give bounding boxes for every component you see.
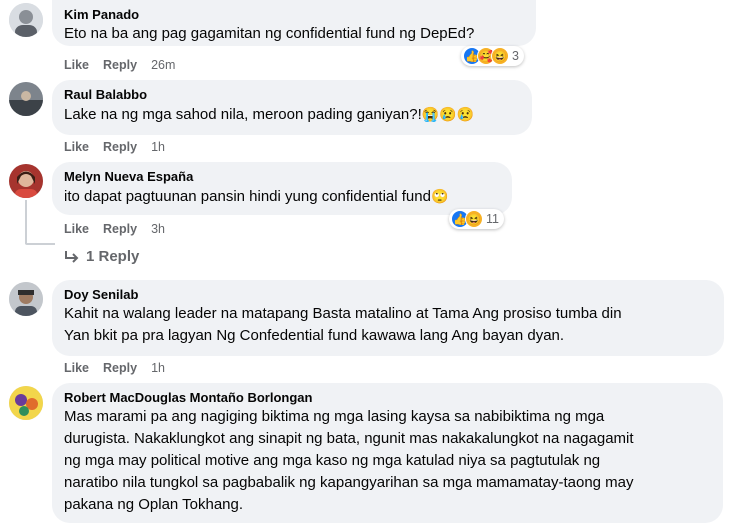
comment-bubble: Kim Panado Eto na ba ang pag gagamitan n… xyxy=(52,0,536,46)
reply-button[interactable]: Reply xyxy=(103,360,137,376)
comment-emojis: 🙄 xyxy=(430,188,449,204)
comment-text-body: Lake na ng mga sahod nila, meroon pading… xyxy=(64,106,422,123)
comment-bubble: Melyn Nueva España ito dapat pagtuunan p… xyxy=(52,162,512,215)
comment-text-line: naratibo nila tungkol sa pagbabalik ng k… xyxy=(64,474,634,491)
comment-author[interactable]: Doy Senilab xyxy=(64,286,712,303)
reaction-count: 11 xyxy=(486,212,499,226)
view-replies-link[interactable]: 1 Reply xyxy=(64,248,139,265)
comment-text-body: ito dapat pagtuunan pansin hindi yung co… xyxy=(64,188,431,205)
comment-actions: Like Reply 1h xyxy=(64,139,165,155)
thread-line xyxy=(25,243,55,245)
comment-text-line: durugista. Nakaklungkot ang sinapit ng b… xyxy=(64,430,634,447)
comment-bubble: Raul Balabbo Lake na ng mga sahod nila, … xyxy=(52,80,532,135)
comment-text-line: Yan bkit pa pra lagyan Ng Confedential f… xyxy=(64,327,565,344)
like-button[interactable]: Like xyxy=(64,139,89,155)
like-button[interactable]: Like xyxy=(64,221,89,237)
avatar[interactable] xyxy=(9,164,43,198)
comment-emojis: 😭😢😢 xyxy=(421,106,475,122)
comment-actions: Like Reply 1h xyxy=(64,360,165,376)
comment-bubble: Robert MacDouglas Montaño Borlongan Mas … xyxy=(52,383,723,523)
comment-text-line: pakana ng Oplan Tokhang. xyxy=(64,496,244,513)
comment-text-line: Mas marami pa ang nagiging biktima ng mg… xyxy=(64,408,605,425)
reply-button[interactable]: Reply xyxy=(103,139,137,155)
reply-arrow-icon xyxy=(65,250,79,263)
comment-author[interactable]: Kim Panado xyxy=(64,6,524,23)
like-button[interactable]: Like xyxy=(64,360,89,376)
reply-button[interactable]: Reply xyxy=(103,57,137,73)
avatar[interactable] xyxy=(9,82,43,116)
comment-timestamp[interactable]: 3h xyxy=(151,221,165,237)
haha-reaction-icon: 😆 xyxy=(491,47,509,65)
comment-text-line: ng mga may political motive ang mga kaso… xyxy=(64,452,601,469)
comment-timestamp[interactable]: 1h xyxy=(151,139,165,155)
comment-actions: Like Reply 3h xyxy=(64,221,165,237)
avatar[interactable] xyxy=(9,282,43,316)
reaction-summary[interactable]: 👍 😆 11 xyxy=(449,209,504,229)
comment-timestamp[interactable]: 1h xyxy=(151,360,165,376)
reaction-count: 3 xyxy=(512,49,519,63)
comment-timestamp[interactable]: 26m xyxy=(151,57,175,73)
comment-actions: Like Reply 26m xyxy=(64,57,175,73)
haha-reaction-icon: 😆 xyxy=(465,210,483,228)
comment-author[interactable]: Raul Balabbo xyxy=(64,86,520,103)
comment-text: Eto na ba ang pag gagamitan ng confident… xyxy=(64,25,475,42)
avatar[interactable] xyxy=(9,3,43,37)
comment-author[interactable]: Melyn Nueva España xyxy=(64,168,500,185)
comment-text: ito dapat pagtuunan pansin hindi yung co… xyxy=(64,185,500,208)
comment-author[interactable]: Robert MacDouglas Montaño Borlongan xyxy=(64,389,711,406)
thread-line xyxy=(25,200,27,244)
avatar[interactable] xyxy=(9,386,43,420)
comment-bubble: Doy Senilab Kahit na walang leader na ma… xyxy=(52,280,724,356)
replies-label: 1 Reply xyxy=(86,248,140,265)
reaction-summary[interactable]: 👍 🥰 😆 3 xyxy=(461,46,524,66)
like-button[interactable]: Like xyxy=(64,57,89,73)
comment-text: Lake na ng mga sahod nila, meroon pading… xyxy=(64,103,520,126)
reply-button[interactable]: Reply xyxy=(103,221,137,237)
comment-text-line: Kahit na walang leader na matapang Basta… xyxy=(64,305,622,322)
